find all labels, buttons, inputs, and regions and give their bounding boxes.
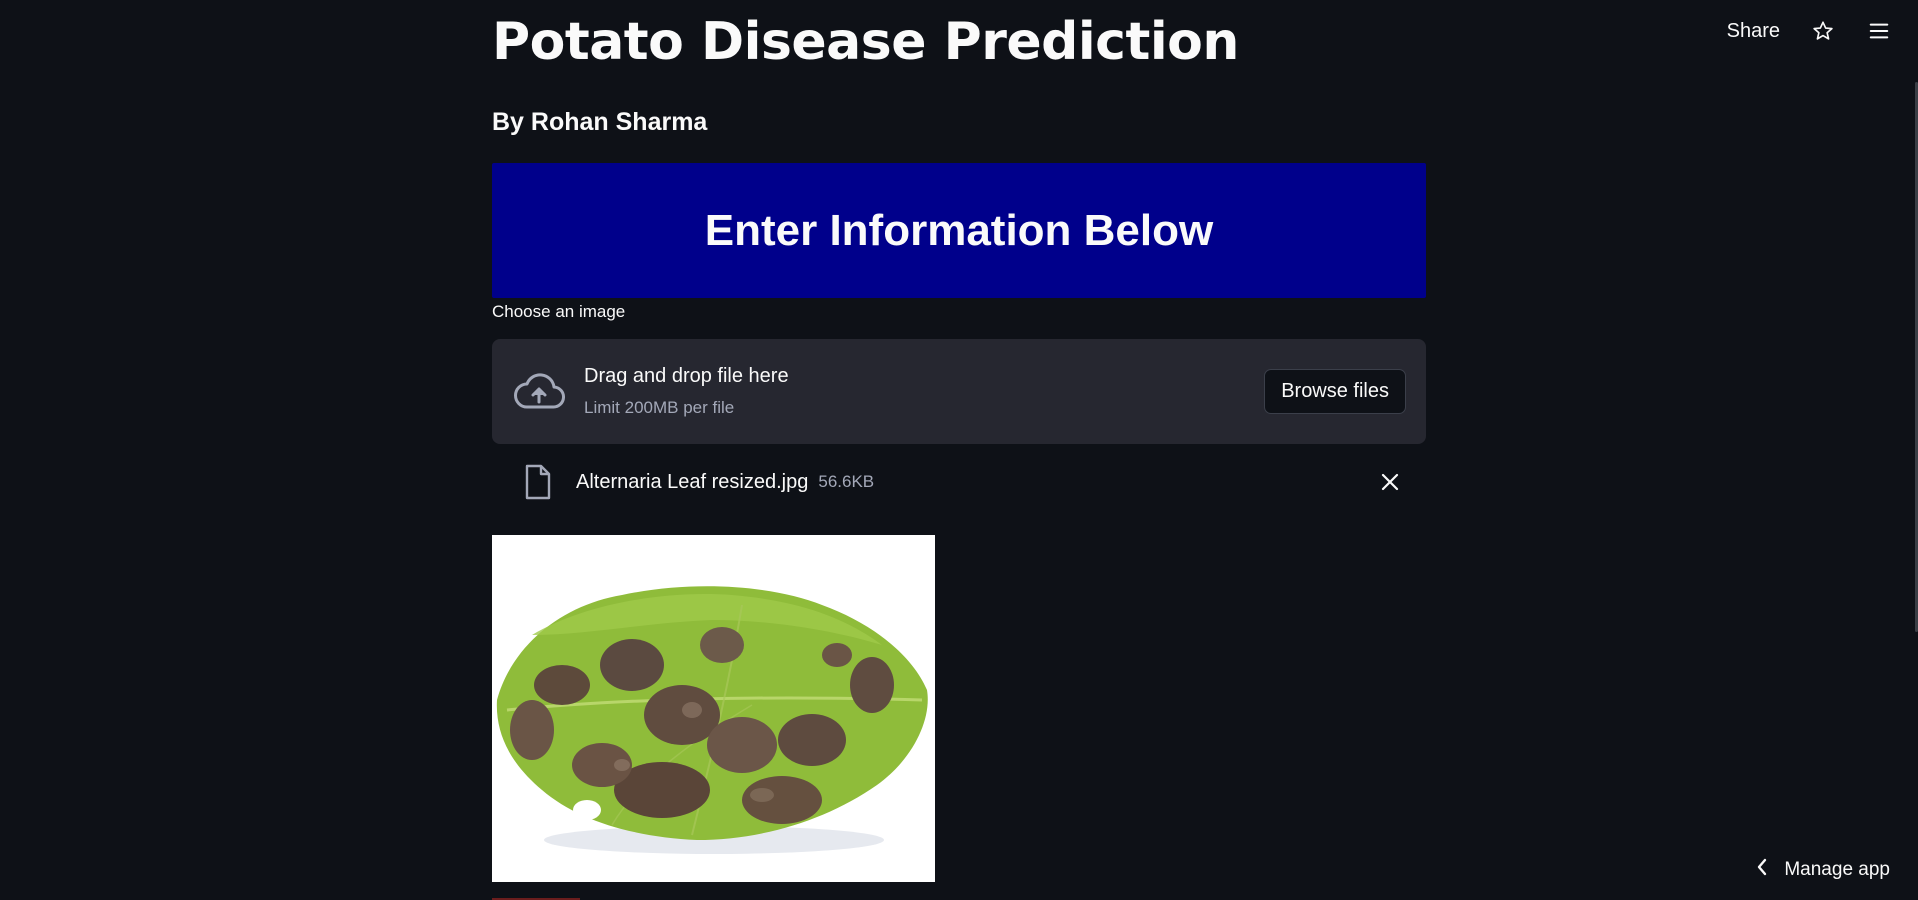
chevron-left-icon [1756, 858, 1768, 882]
share-button[interactable]: Share [1727, 20, 1780, 43]
uploader-label: Choose an image [492, 302, 626, 321]
star-icon[interactable] [1810, 18, 1836, 44]
manage-app-button[interactable]: Manage app [1756, 858, 1890, 882]
dropzone-instruction: Drag and drop file here [584, 365, 789, 387]
cloud-upload-icon [512, 365, 566, 419]
potato-leaf-image [492, 535, 935, 882]
uploaded-file-size: 56.6KB [818, 472, 875, 491]
browse-files-button[interactable]: Browse files [1264, 369, 1406, 414]
file-dropzone[interactable]: Drag and drop file here Limit 200MB per … [492, 339, 1426, 444]
banner-heading: Enter Information Below [704, 205, 1214, 255]
dropzone-texts: Drag and drop file here Limit 200MB per … [584, 365, 789, 418]
uploaded-file-name: Alternaria Leaf resized.jpg [576, 470, 809, 493]
close-icon[interactable] [1378, 470, 1402, 494]
app-toolbar: Share [1727, 18, 1892, 44]
page-title: Potato Disease Prediction [492, 12, 1239, 72]
hamburger-menu-icon[interactable] [1866, 18, 1892, 44]
dropzone-limit: Limit 200MB per file [584, 398, 735, 417]
manage-app-label: Manage app [1784, 859, 1890, 880]
author-byline: By Rohan Sharma [492, 108, 708, 136]
info-banner: Enter Information Below [492, 163, 1426, 298]
file-icon [522, 462, 554, 502]
uploaded-file-row: Alternaria Leaf resized.jpg 56.6KB [492, 462, 1426, 502]
